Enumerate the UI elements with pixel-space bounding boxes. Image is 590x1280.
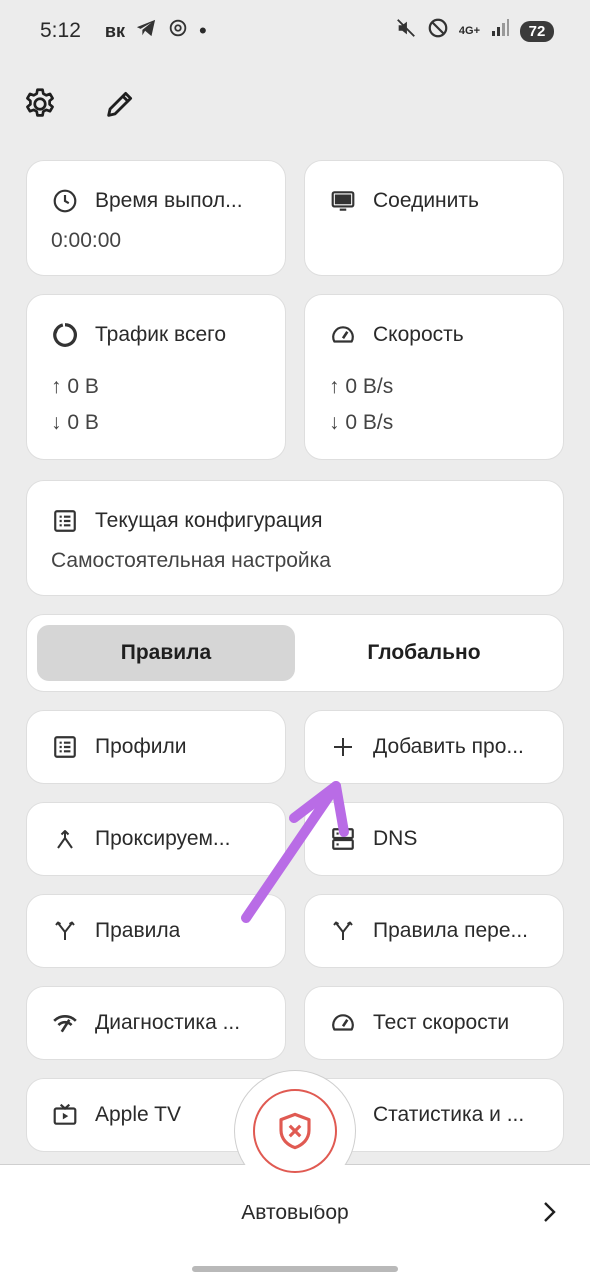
mode-global-option[interactable]: Глобально xyxy=(295,625,553,681)
toolbar xyxy=(20,84,140,124)
shield-x-icon xyxy=(279,1112,311,1150)
speedometer-icon xyxy=(329,1009,357,1037)
tile-add-profile-label: Добавить про... xyxy=(373,735,524,758)
connect-card[interactable]: Соединить xyxy=(304,160,564,276)
config-value: Самостоятельная настройка xyxy=(51,549,331,572)
runtime-value: 0:00:00 xyxy=(51,229,122,252)
pencil-icon xyxy=(107,91,133,117)
fork-icon xyxy=(329,917,357,945)
tile-rules[interactable]: Правила xyxy=(26,894,286,968)
fab-container xyxy=(233,1070,359,1205)
network-type-label: 4G+ xyxy=(458,25,480,37)
tile-diagnostics[interactable]: Диагностика ... xyxy=(26,986,286,1060)
vpn-toggle-button[interactable] xyxy=(253,1089,337,1173)
mode-rules-option[interactable]: Правила xyxy=(37,625,295,681)
server-icon xyxy=(329,825,357,853)
tile-dns[interactable]: DNS xyxy=(304,802,564,876)
tile-statistics-label: Статистика и ... xyxy=(373,1103,525,1126)
status-time: 5:12 xyxy=(40,19,81,42)
speed-download: ↓ 0 B/s xyxy=(329,411,394,434)
mode-toggle: Правила Глобально xyxy=(26,614,564,692)
monitor-icon xyxy=(329,187,357,215)
edit-button[interactable] xyxy=(100,84,140,124)
list-icon xyxy=(51,733,79,761)
do-not-disturb-icon xyxy=(427,17,449,45)
fork-icon xyxy=(51,917,79,945)
runtime-title: Время выпол... xyxy=(95,189,243,212)
clock-icon xyxy=(51,187,79,215)
traffic-ring-icon xyxy=(51,321,79,349)
current-config-card[interactable]: Текущая конфигурация Самостоятельная нас… xyxy=(26,480,564,596)
speed-upload: ↑ 0 B/s xyxy=(329,375,394,398)
traffic-card: Трафик всего ↑ 0 B ↓ 0 B xyxy=(26,294,286,460)
tile-profiles[interactable]: Профили xyxy=(26,710,286,784)
list-icon xyxy=(51,507,79,535)
chevron-right-icon xyxy=(538,1199,560,1230)
tile-profiles-label: Профили xyxy=(95,735,187,758)
traffic-download: ↓ 0 B xyxy=(51,411,99,434)
plus-icon xyxy=(329,733,357,761)
speed-card: Скорость ↑ 0 B/s ↓ 0 B/s xyxy=(304,294,564,460)
wifi-check-icon xyxy=(51,1009,79,1037)
tile-dns-label: DNS xyxy=(373,827,418,850)
vk-icon: вк xyxy=(104,20,125,41)
tile-appletv-label: Apple TV xyxy=(95,1103,181,1126)
traffic-upload: ↑ 0 B xyxy=(51,375,99,398)
tile-proxies[interactable]: Проксируем... xyxy=(26,802,286,876)
battery-indicator: 72 xyxy=(520,20,554,42)
config-title: Текущая конфигурация xyxy=(95,509,323,532)
tile-diagnostics-label: Диагностика ... xyxy=(95,1011,241,1034)
tile-rules-label: Правила xyxy=(95,919,181,942)
home-indicator xyxy=(192,1266,398,1272)
tile-add-profile[interactable]: Добавить про... xyxy=(304,710,564,784)
tile-speedtest-label: Тест скорости xyxy=(373,1011,510,1034)
speed-title: Скорость xyxy=(373,323,464,346)
mute-icon xyxy=(395,17,417,45)
telegram-icon xyxy=(135,18,157,44)
tile-speedtest[interactable]: Тест скорости xyxy=(304,986,564,1060)
chatgpt-icon xyxy=(167,17,189,45)
runtime-card: Время выпол... 0:00:00 xyxy=(26,160,286,276)
tv-icon xyxy=(51,1101,79,1129)
speedometer-icon xyxy=(329,321,357,349)
traffic-title: Трафик всего xyxy=(95,323,227,346)
status-bar: 5:12 вк • 4G+ 72 xyxy=(0,0,590,62)
connect-title: Соединить xyxy=(373,189,479,212)
tile-override-rules[interactable]: Правила пере... xyxy=(304,894,564,968)
merge-icon xyxy=(51,825,79,853)
tile-override-rules-label: Правила пере... xyxy=(373,919,529,942)
tile-proxies-label: Проксируем... xyxy=(95,827,231,850)
settings-button[interactable] xyxy=(20,84,60,124)
notification-dot-icon: • xyxy=(198,18,207,43)
signal-icon xyxy=(490,18,510,44)
gear-icon xyxy=(26,88,54,117)
